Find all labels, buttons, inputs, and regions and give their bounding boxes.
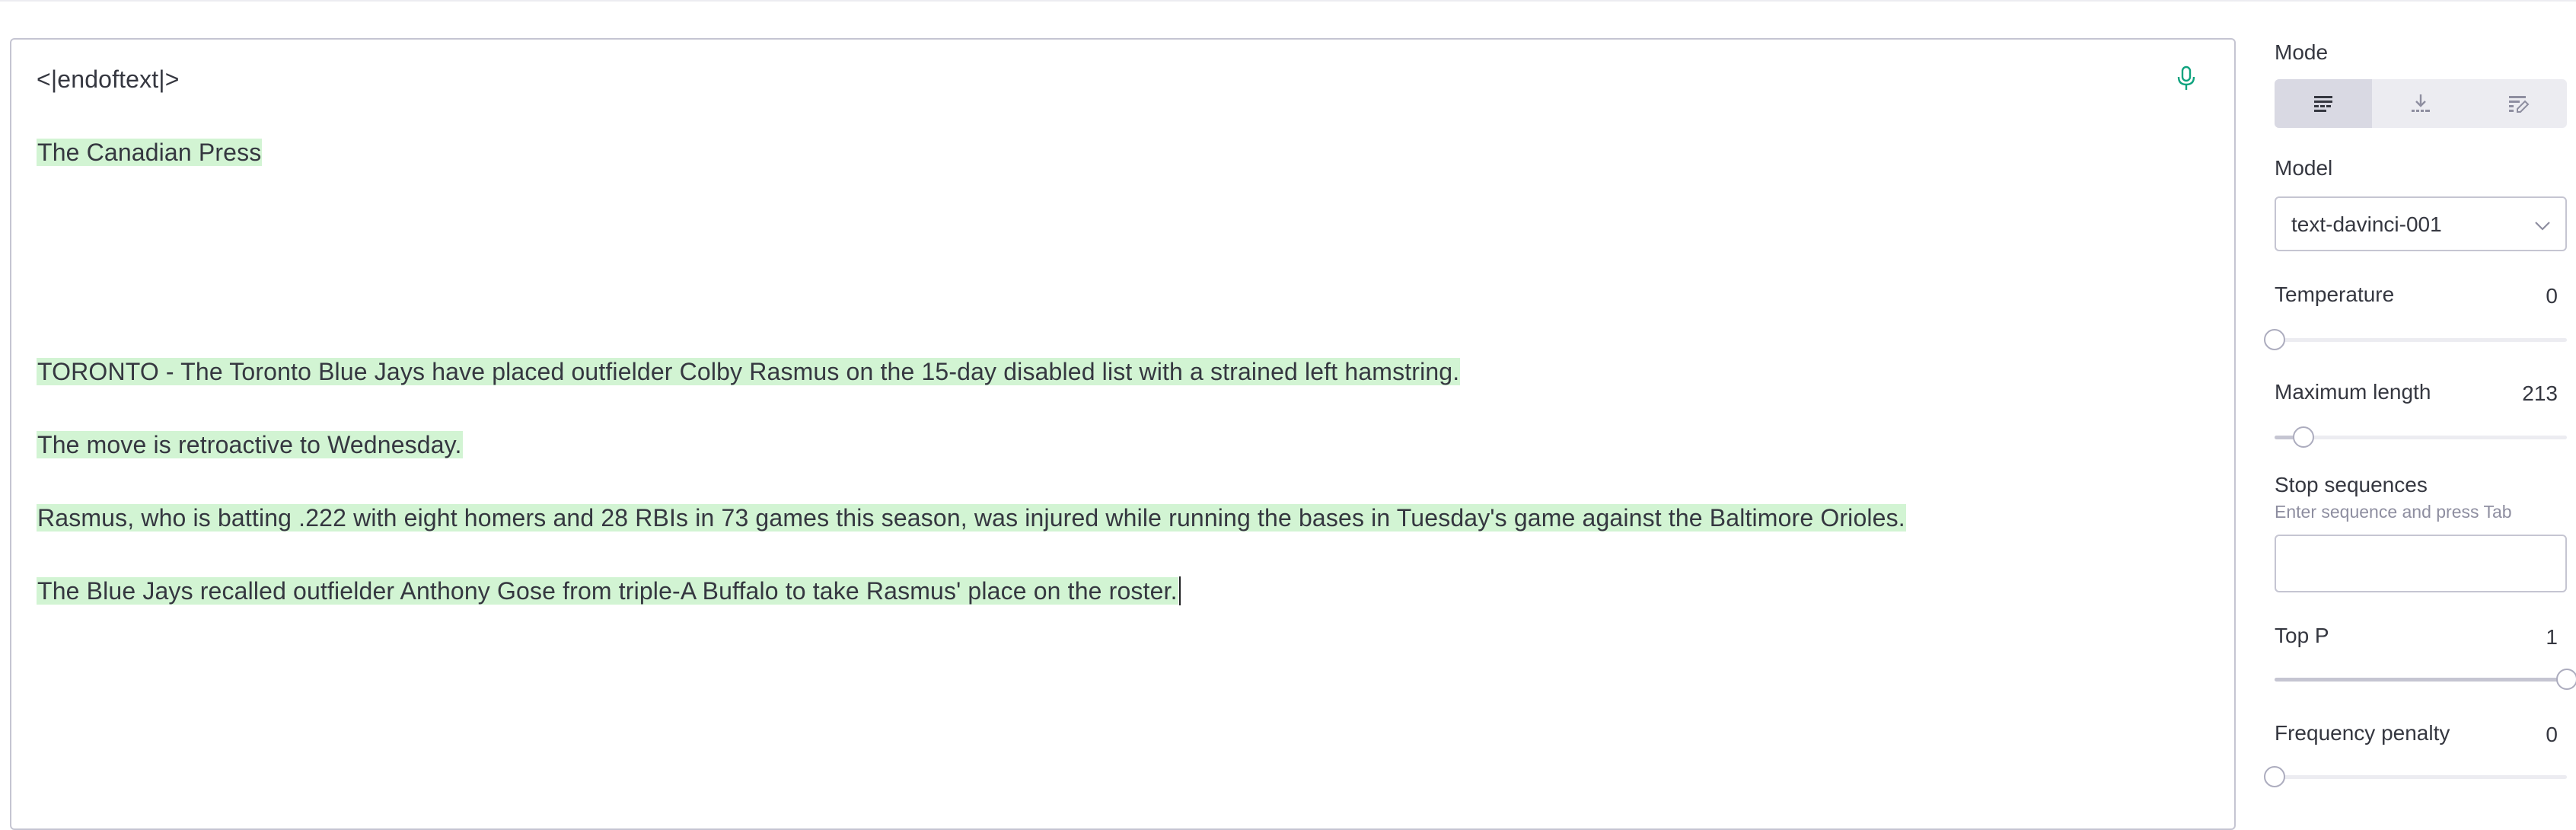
frequency-penalty-value[interactable]: 0 bbox=[2546, 722, 2558, 748]
completion-line: The Canadian Press bbox=[37, 137, 263, 168]
mode-insert-button[interactable] bbox=[2372, 79, 2469, 128]
completion-line: Rasmus, who is batting .222 with eight h… bbox=[37, 503, 1906, 533]
stop-sequences-label: Stop sequences bbox=[2275, 473, 2428, 496]
completion-text: The Blue Jays recalled outfielder Anthon… bbox=[37, 577, 1178, 605]
frequency-penalty-slider-thumb[interactable] bbox=[2264, 766, 2285, 787]
frequency-penalty-slider[interactable] bbox=[2264, 766, 2567, 787]
completion-text: Rasmus, who is batting .222 with eight h… bbox=[37, 504, 1906, 532]
mode-complete-button[interactable] bbox=[2275, 79, 2372, 128]
top-p-slider-thumb[interactable] bbox=[2556, 669, 2576, 690]
maximum-length-slider-thumb[interactable] bbox=[2293, 426, 2315, 448]
completion-text: The Canadian Press bbox=[37, 139, 263, 166]
maximum-length-label: Maximum length bbox=[2275, 380, 2431, 404]
top-p-label: Top P bbox=[2275, 624, 2329, 647]
edit-mode-icon bbox=[2509, 96, 2530, 113]
endoftext-token: <|endoftext|> bbox=[37, 65, 180, 93]
microphone-icon[interactable] bbox=[2176, 65, 2197, 91]
top-divider bbox=[0, 0, 2576, 2]
completion-line: The move is retroactive to Wednesday. bbox=[37, 429, 463, 460]
mode-selector bbox=[2275, 79, 2567, 128]
temperature-slider-thumb[interactable] bbox=[2264, 329, 2285, 350]
maximum-length-value[interactable]: 213 bbox=[2522, 381, 2558, 407]
temperature-label: Temperature bbox=[2275, 283, 2395, 306]
model-label: Model bbox=[2275, 156, 2333, 180]
stop-sequences-input[interactable] bbox=[2275, 535, 2567, 592]
completion-text: TORONTO - The Toronto Blue Jays have pla… bbox=[37, 358, 1461, 385]
stop-sequences-hint: Enter sequence and press Tab bbox=[2275, 502, 2512, 522]
temperature-slider[interactable] bbox=[2264, 329, 2567, 350]
completion-line: The Blue Jays recalled outfielder Anthon… bbox=[37, 576, 1181, 606]
mode-label: Mode bbox=[2275, 40, 2329, 64]
prompt-line-endoftext: <|endoftext|> bbox=[37, 64, 180, 94]
completion-text: The move is retroactive to Wednesday. bbox=[37, 431, 463, 458]
chevron-down-icon bbox=[2535, 222, 2550, 231]
completion-line: TORONTO - The Toronto Blue Jays have pla… bbox=[37, 356, 1461, 387]
text-caret bbox=[1178, 576, 1181, 605]
mode-edit-button[interactable] bbox=[2469, 79, 2567, 128]
complete-mode-icon bbox=[2314, 96, 2332, 112]
temperature-value[interactable]: 0 bbox=[2546, 283, 2558, 309]
insert-mode-icon bbox=[2412, 94, 2430, 112]
model-select[interactable]: text-davinci-001 bbox=[2275, 196, 2567, 251]
model-select-value: text-davinci-001 bbox=[2291, 212, 2442, 236]
maximum-length-slider[interactable] bbox=[2275, 426, 2567, 448]
top-p-slider[interactable] bbox=[2275, 669, 2576, 690]
frequency-penalty-label: Frequency penalty bbox=[2275, 721, 2450, 745]
top-p-value[interactable]: 1 bbox=[2546, 624, 2558, 650]
